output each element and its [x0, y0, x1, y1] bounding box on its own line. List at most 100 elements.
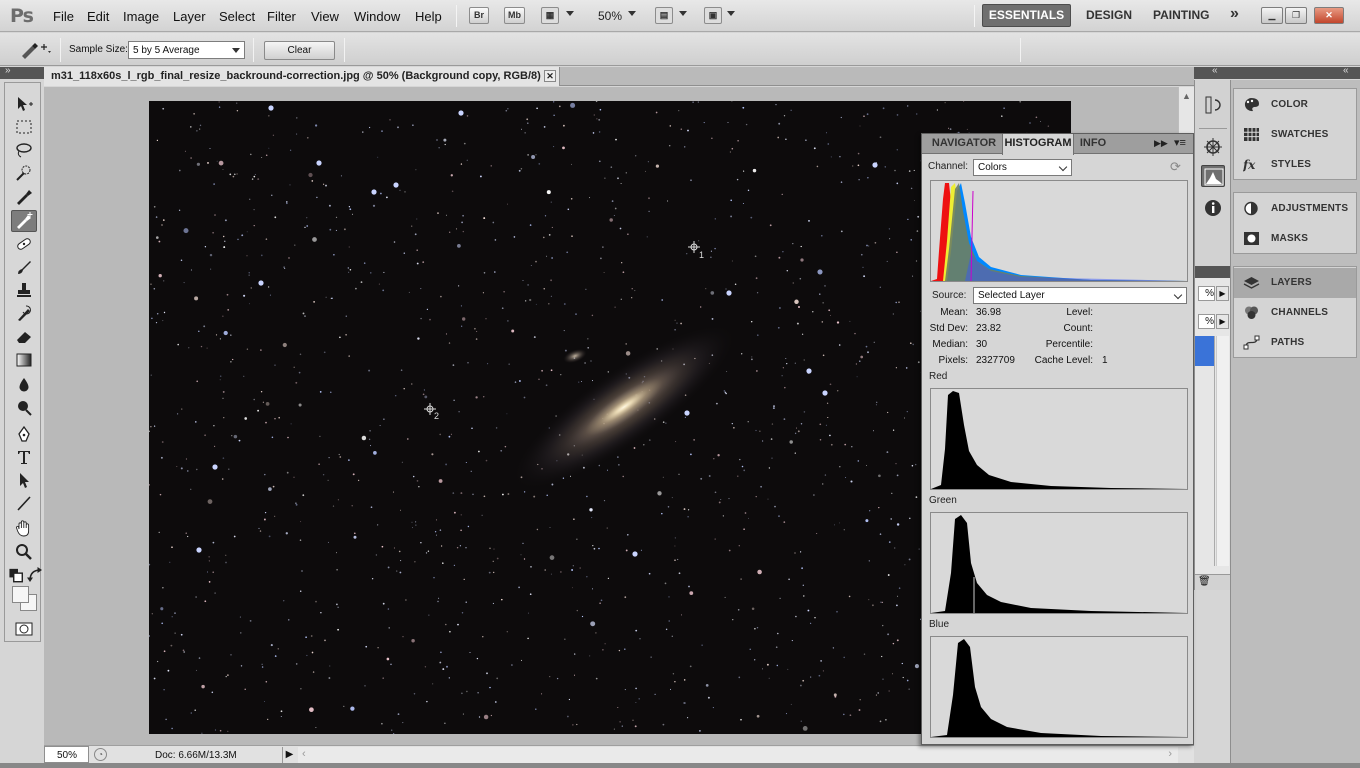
menu-filter[interactable]: Filter — [267, 9, 296, 24]
marquee-tool-icon[interactable] — [14, 118, 34, 136]
arrange-documents-icon[interactable]: ▤ — [655, 7, 673, 24]
source-select[interactable]: Selected Layer — [973, 287, 1187, 304]
tab-histogram[interactable]: HISTOGRAM — [1002, 134, 1074, 155]
color-sampler-2[interactable]: 2 — [424, 403, 439, 421]
lasso-tool-icon[interactable] — [14, 141, 34, 159]
adjustments-panel-item[interactable]: ADJUSTMENTS — [1234, 194, 1356, 224]
blur-tool-icon[interactable] — [14, 376, 34, 394]
default-colors-icon[interactable] — [8, 567, 23, 585]
channels-panel-item[interactable]: CHANNELS — [1234, 298, 1356, 328]
menu-file[interactable]: File — [53, 9, 74, 24]
collapse-panel-icon[interactable]: ▶▶ — [1154, 138, 1168, 149]
pen-tool-icon[interactable] — [14, 425, 34, 443]
hand-tool-icon[interactable] — [14, 519, 34, 537]
menu-edit[interactable]: Edit — [87, 9, 109, 24]
close-icon[interactable]: ✕ — [544, 70, 556, 82]
type-tool-icon[interactable] — [14, 448, 34, 466]
collapse-icon[interactable]: « — [1212, 65, 1218, 76]
horizontal-scrollbar[interactable]: ‹ › — [298, 747, 1178, 763]
layers-scrollbar[interactable] — [1216, 336, 1229, 566]
clear-button[interactable]: Clear — [264, 41, 335, 60]
history-panel-icon[interactable] — [1201, 94, 1225, 116]
chevron-down-icon[interactable] — [679, 11, 687, 16]
collapse-icon[interactable]: « — [1343, 65, 1349, 76]
healing-brush-tool-icon[interactable] — [14, 235, 34, 253]
foreground-color-swatch[interactable] — [12, 586, 29, 603]
scroll-up-icon[interactable]: ▲ — [1182, 91, 1191, 101]
workspace-painting[interactable]: PAINTING — [1153, 8, 1209, 22]
eyedropper-tool-icon[interactable] — [14, 187, 34, 205]
sample-size-select[interactable]: 5 by 5 Average — [128, 41, 245, 59]
more-workspaces-icon[interactable]: » — [1230, 5, 1239, 23]
info-panel-icon[interactable] — [1201, 197, 1225, 219]
color-panel-item[interactable]: COLOR — [1234, 90, 1356, 120]
color-sampler-tool-icon[interactable] — [14, 211, 34, 229]
quick-mask-icon[interactable] — [14, 620, 34, 638]
chevron-down-icon[interactable] — [566, 11, 574, 16]
opacity-arrow-icon[interactable]: ▶ — [1216, 286, 1229, 301]
gradient-tool-icon[interactable] — [14, 351, 34, 369]
workspace-design[interactable]: DESIGN — [1086, 8, 1132, 22]
bridge-button[interactable]: Br — [469, 7, 489, 24]
menu-window[interactable]: Window — [354, 9, 400, 24]
selected-layer-row[interactable] — [1195, 336, 1214, 366]
trash-icon[interactable]: 🗑 — [1198, 576, 1211, 587]
history-brush-tool-icon[interactable] — [14, 304, 34, 322]
toolbox-header[interactable]: » — [0, 65, 44, 79]
menu-layer[interactable]: Layer — [173, 9, 206, 24]
tool-preset-picker[interactable] — [18, 40, 54, 60]
document-tab[interactable]: m31_118x60s_l_rgb_final_resize_backround… — [44, 67, 560, 86]
chevron-down-icon[interactable] — [628, 11, 636, 16]
opacity-field[interactable]: % — [1198, 286, 1215, 301]
brush-tool-icon[interactable] — [14, 258, 34, 276]
eraser-tool-icon[interactable] — [14, 327, 34, 345]
styles-panel-item[interactable]: fx STYLES — [1234, 150, 1356, 180]
color-sampler-1[interactable]: 1 — [688, 241, 704, 260]
tab-info[interactable]: INFO — [1075, 134, 1111, 154]
refresh-icon[interactable]: ⟳ — [1170, 159, 1181, 175]
zoom-level-menu[interactable]: 50% — [598, 9, 622, 23]
scroll-right-icon[interactable]: › — [1168, 748, 1172, 760]
dodge-tool-icon[interactable] — [14, 399, 34, 417]
fill-field[interactable]: % — [1198, 314, 1215, 329]
quick-selection-tool-icon[interactable] — [14, 164, 34, 182]
clone-stamp-tool-icon[interactable] — [14, 281, 34, 299]
move-tool-icon[interactable] — [14, 95, 34, 113]
scroll-left-icon[interactable]: ‹ — [302, 748, 306, 760]
menu-view[interactable]: View — [311, 9, 339, 24]
zoom-tool-icon[interactable] — [14, 543, 34, 561]
document-title: m31_118x60s_l_rgb_final_resize_backround… — [51, 70, 549, 82]
menu-select[interactable]: Select — [219, 9, 255, 24]
tab-navigator[interactable]: NAVIGATOR — [925, 134, 1003, 154]
sliver-header — [1195, 266, 1231, 278]
dock-header[interactable]: « — [1194, 65, 1230, 79]
menu-help[interactable]: Help — [415, 9, 442, 24]
swap-colors-icon[interactable] — [26, 567, 42, 585]
workspace-essentials[interactable]: ESSENTIALS — [982, 4, 1071, 27]
close-icon[interactable]: ✕ — [1314, 7, 1344, 24]
extras-icon[interactable]: ▦ — [541, 7, 559, 24]
status-info-icon[interactable]: ◔ — [94, 748, 107, 761]
swatches-panel-item[interactable]: SWATCHES — [1234, 120, 1356, 150]
screen-mode-icon[interactable]: ▣ — [704, 7, 722, 24]
channel-select[interactable]: Colors — [973, 159, 1072, 176]
fill-arrow-icon[interactable]: ▶ — [1216, 314, 1229, 329]
masks-panel-item[interactable]: MASKS — [1234, 224, 1356, 254]
path-selection-tool-icon[interactable] — [14, 471, 34, 489]
chevron-down-icon[interactable] — [727, 11, 735, 16]
right-panel-header[interactable]: « — [1230, 65, 1360, 79]
status-menu-arrow-icon[interactable]: ▶ — [282, 747, 296, 763]
zoom-input[interactable]: 50% — [44, 746, 89, 763]
minimize-icon[interactable]: ▁ — [1261, 7, 1283, 24]
paths-panel-item[interactable]: PATHS — [1234, 328, 1356, 358]
histogram-panel-icon[interactable] — [1201, 165, 1225, 187]
navigator-panel-icon[interactable] — [1201, 136, 1225, 158]
layers-panel-sliver: % ▶ % ▶ 🗑 — [1194, 266, 1231, 590]
panel-menu-icon[interactable]: ▾≡ — [1174, 136, 1186, 149]
menu-image[interactable]: Image — [123, 9, 159, 24]
restore-icon[interactable]: ❐ — [1285, 7, 1307, 24]
layers-panel-item[interactable]: LAYERS — [1234, 268, 1356, 298]
line-tool-icon[interactable] — [14, 494, 34, 512]
mini-bridge-button[interactable]: Mb — [504, 7, 525, 24]
collapse-icon[interactable]: » — [5, 65, 11, 76]
